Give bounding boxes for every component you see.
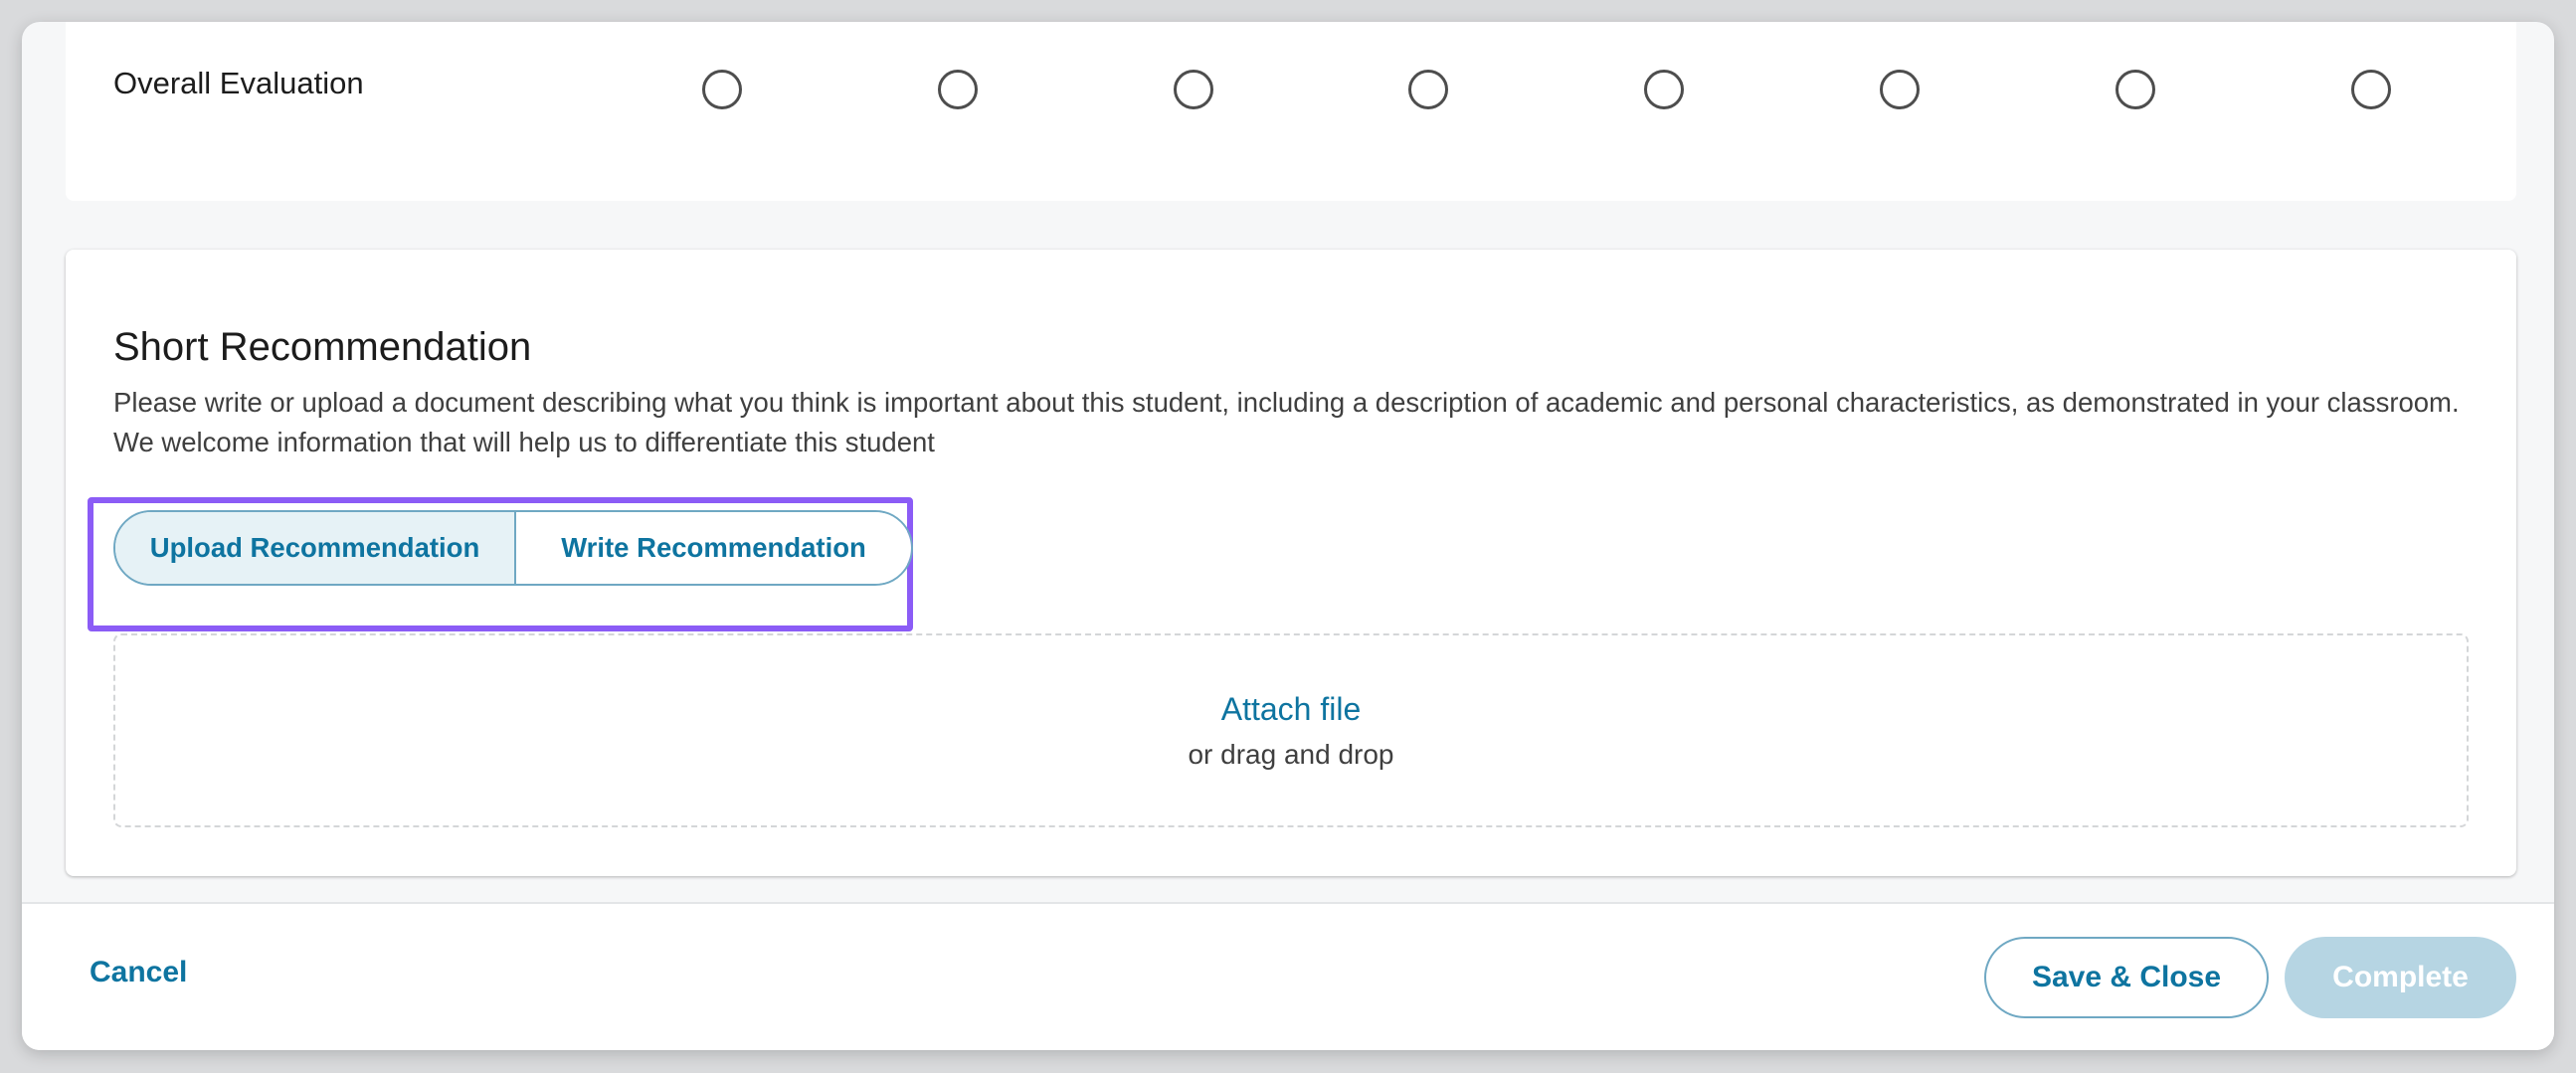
attach-file-link[interactable]: Attach file: [115, 691, 2467, 728]
modal-footer: Cancel Save & Close Complete: [22, 902, 2554, 1050]
recommendation-mode-toggle: Upload Recommendation Write Recommendati…: [113, 510, 913, 586]
recommendation-modal: Overall Evaluation Short Recommendation …: [22, 22, 2554, 1050]
file-dropzone[interactable]: Attach file or drag and drop: [113, 633, 2469, 827]
overall-evaluation-label: Overall Evaluation: [113, 66, 364, 100]
cancel-button[interactable]: Cancel: [90, 956, 187, 989]
evaluation-radio-7[interactable]: [2116, 70, 2155, 109]
short-recommendation-description: Please write or upload a document descri…: [113, 387, 2460, 457]
evaluation-radio-1[interactable]: [702, 70, 742, 109]
evaluation-card: Overall Evaluation: [66, 22, 2516, 201]
evaluation-radio-6[interactable]: [1880, 70, 1920, 109]
drag-and-drop-hint: or drag and drop: [1188, 739, 1394, 770]
upload-recommendation-button[interactable]: Upload Recommendation: [115, 512, 516, 584]
evaluation-radio-5[interactable]: [1644, 70, 1684, 109]
evaluation-radio-3[interactable]: [1174, 70, 1213, 109]
write-recommendation-button[interactable]: Write Recommendation: [516, 512, 911, 584]
complete-button[interactable]: Complete: [2285, 937, 2516, 1018]
evaluation-radio-4[interactable]: [1408, 70, 1448, 109]
short-recommendation-title: Short Recommendation: [113, 325, 532, 369]
evaluation-radio-2[interactable]: [938, 70, 978, 109]
save-and-close-button[interactable]: Save & Close: [1984, 937, 2269, 1018]
evaluation-radio-8[interactable]: [2351, 70, 2391, 109]
